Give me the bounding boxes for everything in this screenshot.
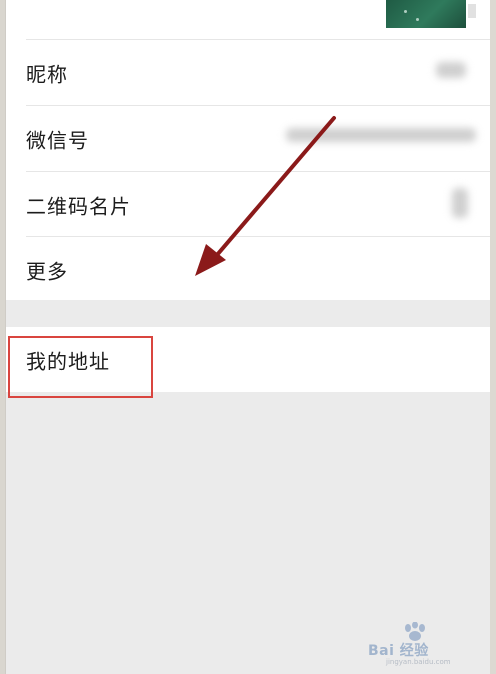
baidu-paw-icon	[405, 622, 425, 641]
arrow-annotation	[195, 116, 336, 276]
wechat-profile-screen: 昵称 微信号 二维码名片 更多 我的地址 Bai 经验 jingyan.baid…	[6, 0, 490, 674]
right-edge-strip	[490, 0, 496, 674]
watermark-subtext: jingyan.baidu.com	[386, 658, 451, 666]
watermark-text: Bai 经验	[368, 643, 429, 659]
baidu-watermark: Bai 经验 jingyan.baidu.com	[368, 622, 464, 666]
arrow-shaft	[209, 116, 336, 264]
